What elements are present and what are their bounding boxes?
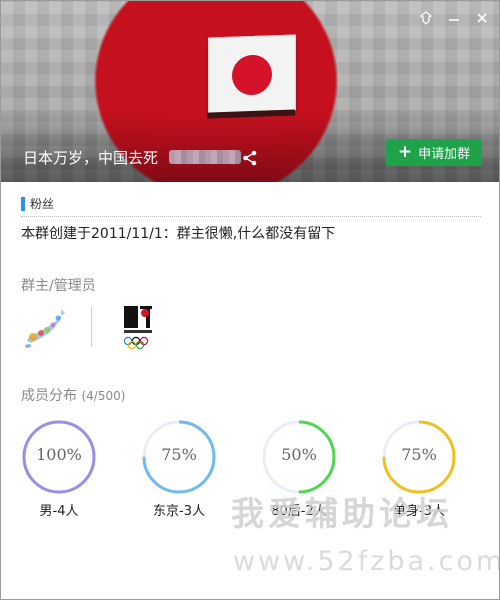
share-icon[interactable]: [241, 149, 259, 167]
member-stat-item: 100% 男-4人: [16, 419, 102, 519]
watermark-text: 我爱辅助论坛: [231, 494, 453, 533]
tag-accent-bar: [21, 197, 25, 211]
window-controls: [417, 9, 491, 27]
apply-join-button[interactable]: + 申请加群: [386, 139, 482, 166]
admins-title: 群主/管理员: [21, 278, 96, 294]
group-card-window: 日本万岁，中国去死 + 申请加群 粉丝 本群创建于2011/11/1：群主很懒,…: [0, 0, 500, 600]
stat-label: 男-4人: [39, 504, 79, 519]
group-tag-label: 粉丝: [30, 197, 55, 211]
admins-list: [21, 303, 162, 351]
japan-flag-image: [207, 34, 296, 119]
member-stat-item: 75% 东京-3人: [136, 419, 222, 519]
japan-map-avatar[interactable]: [21, 303, 69, 351]
members-title: 成员分布 (4/500): [21, 385, 125, 405]
stat-percent: 50%: [281, 445, 317, 464]
stat-percent: 100%: [36, 445, 82, 464]
group-name: 日本万岁，中国去死: [23, 149, 159, 167]
stat-percent: 75%: [401, 445, 437, 464]
stat-label: 东京-3人: [153, 504, 205, 519]
stat-ring: 75%: [141, 419, 217, 495]
stat-percent: 75%: [161, 445, 197, 464]
watermark-url: www.52fzba.com: [233, 546, 500, 577]
flag-sun: [232, 54, 272, 96]
group-id-redacted: [169, 150, 241, 164]
admins-divider: [91, 307, 92, 347]
plus-icon: +: [397, 142, 413, 162]
tokyo-olympic-logo-avatar[interactable]: [114, 303, 162, 351]
members-count: (4/500): [81, 389, 126, 403]
group-description: 本群创建于2011/11/1：群主很懒,什么都没有留下: [21, 226, 336, 242]
close-icon[interactable]: [473, 9, 491, 27]
stat-ring: 100%: [21, 419, 97, 495]
pin-icon[interactable]: [417, 9, 435, 27]
stat-ring: 75%: [381, 419, 457, 495]
header-banner: 日本万岁，中国去死 + 申请加群: [1, 1, 499, 182]
group-tag-row: 粉丝: [21, 194, 481, 217]
apply-join-label: 申请加群: [418, 147, 471, 162]
stat-ring: 50%: [261, 419, 337, 495]
members-title-text: 成员分布: [21, 388, 77, 404]
minimize-icon[interactable]: [445, 9, 463, 27]
